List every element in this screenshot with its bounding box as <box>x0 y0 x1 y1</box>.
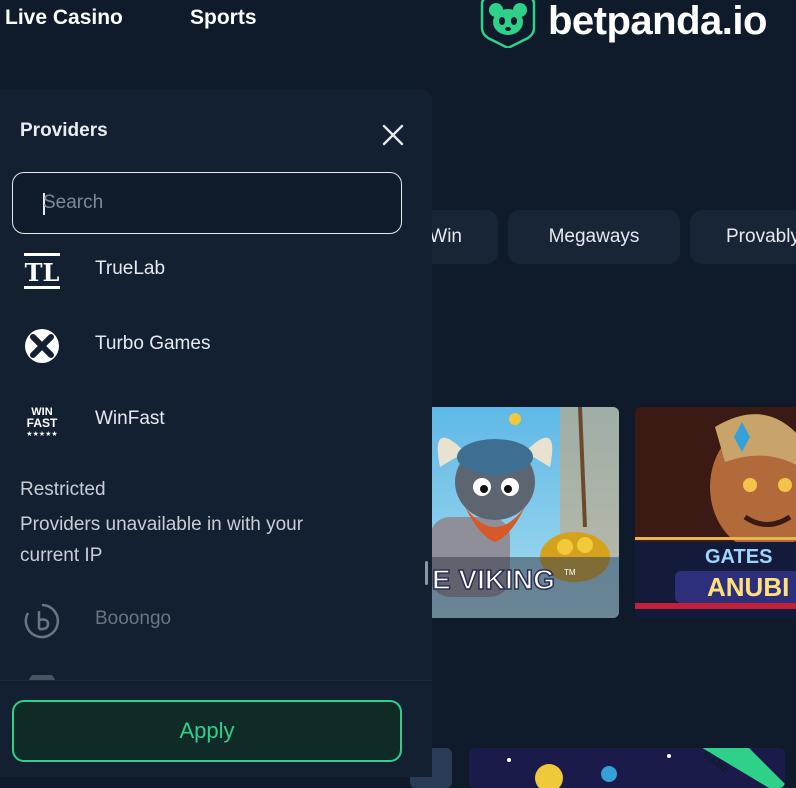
provider-name: WinFast <box>95 408 165 429</box>
game-card-partial-2[interactable]: GAME <box>469 748 785 788</box>
anubis-artwork: GATES ANUBI <box>635 407 796 618</box>
game-card-anubis[interactable]: GATES ANUBI <box>635 407 796 618</box>
nav-sports[interactable]: Sports <box>190 6 257 30</box>
providers-panel: Providers TL TrueLab Turbo Games WIN FAS… <box>0 90 432 777</box>
winfast-logo-icon: WIN FAST ★★★★★ <box>26 406 58 438</box>
chip-megaways[interactable]: Megaways <box>508 210 680 264</box>
brand-logo[interactable]: betpanda.io <box>480 0 767 48</box>
turbo-games-logo-icon <box>25 329 59 363</box>
provider-name: Turbo Games <box>95 333 211 354</box>
truelab-logo-text: TL <box>25 258 60 287</box>
winfast-logo-line2: FAST <box>27 416 58 430</box>
brand-name: betpanda.io <box>548 0 767 43</box>
panel-title: Providers <box>20 120 108 141</box>
winfast-logo-stars: ★★★★★ <box>26 430 57 438</box>
provider-item-truelab[interactable]: TL TrueLab <box>0 240 420 300</box>
anubis-title-line2: ANUBI <box>707 572 789 602</box>
chip-provably[interactable]: Provably <box>690 210 796 264</box>
restricted-description: Providers unavailable in with your curre… <box>20 514 304 566</box>
provider-item-winfast[interactable]: WIN FAST ★★★★★ WinFast <box>0 390 420 450</box>
viking-title: E VIKING <box>432 564 555 595</box>
provider-name: Booongo <box>95 608 172 629</box>
provider-name: TrueLab <box>95 258 166 279</box>
close-icon[interactable] <box>380 122 406 148</box>
booongo-logo-icon <box>24 603 60 639</box>
viking-tm: TM <box>564 568 576 577</box>
anubis-title-line1: GATES <box>705 546 772 568</box>
top-navigation: Live Casino Sports betpanda.io <box>0 0 796 48</box>
restricted-heading: Restricted <box>20 479 106 500</box>
nav-live-casino[interactable]: Live Casino <box>5 6 123 30</box>
provider-item-booongo: Booongo <box>0 590 420 650</box>
search-input[interactable] <box>41 173 385 233</box>
search-field[interactable] <box>12 172 402 234</box>
provider-item-turbo-games[interactable]: Turbo Games <box>0 315 420 375</box>
panel-scrollbar[interactable] <box>425 561 428 585</box>
panda-icon <box>480 0 536 48</box>
truelab-logo-icon: TL <box>24 253 60 289</box>
viking-artwork: E VIKING TM <box>410 407 619 618</box>
panel-footer: Apply <box>0 680 432 777</box>
game-card-viking[interactable]: E VIKING TM <box>410 407 619 618</box>
space-artwork: GAME <box>469 748 785 788</box>
apply-button[interactable]: Apply <box>12 700 402 762</box>
